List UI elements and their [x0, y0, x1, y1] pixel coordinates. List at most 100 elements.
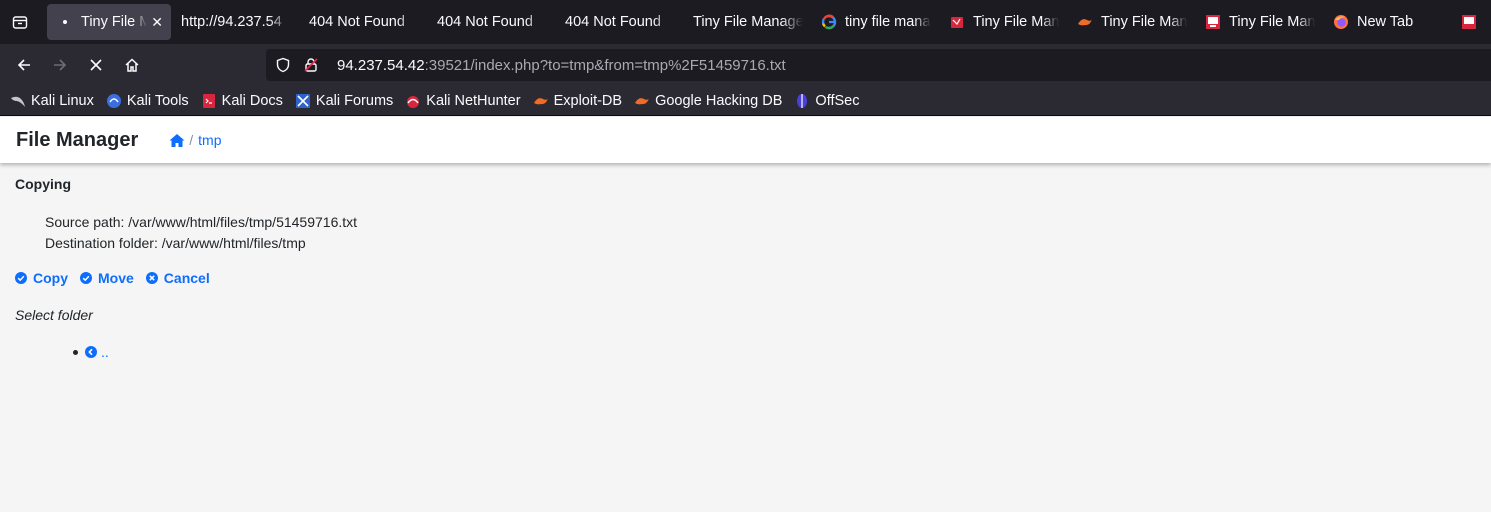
- tab[interactable]: Tiny File Man: [1067, 4, 1195, 40]
- path-info: Source path: /var/www/html/files/tmp/514…: [45, 212, 357, 254]
- list-all-tabs-button[interactable]: [0, 0, 40, 44]
- tab[interactable]: 404 Not Found: [299, 4, 427, 40]
- ghdb-icon: [634, 93, 650, 109]
- tab-title: tiny file mana: [845, 14, 931, 30]
- source-path: Source path: /var/www/html/files/tmp/514…: [45, 214, 358, 230]
- back-button[interactable]: [6, 49, 42, 81]
- tab-title: New Tab: [1357, 14, 1414, 30]
- exploit-db-icon: [533, 93, 549, 109]
- move-button[interactable]: Move: [80, 270, 134, 286]
- exploit-db-icon: [1077, 14, 1093, 30]
- bookmark-label: OffSec: [815, 92, 860, 109]
- dot-icon: [57, 14, 73, 30]
- stop-button[interactable]: [78, 49, 114, 81]
- folder-label: ..: [101, 344, 109, 360]
- cancel-label: Cancel: [163, 270, 210, 286]
- tab[interactable]: T: [1451, 4, 1491, 40]
- red-square-icon: [949, 14, 965, 30]
- list-bullet: [73, 349, 78, 355]
- bookmark-label: Kali Docs: [221, 92, 283, 109]
- breadcrumb-separator: /: [189, 132, 194, 148]
- offsec-icon: [794, 93, 810, 109]
- tab[interactable]: tiny file mana: [811, 4, 939, 40]
- tab-list-icon: [12, 16, 28, 29]
- tab[interactable]: New Tab: [1323, 4, 1451, 40]
- tab-title: 404 Not Found: [437, 14, 533, 30]
- tab-title: Tiny File Man: [1101, 14, 1187, 30]
- bookmark-label: Google Hacking DB: [655, 92, 783, 109]
- destination-folder: Destination folder: /var/www/html/files/…: [45, 235, 306, 251]
- bookmark-label: Kali Forums: [315, 92, 394, 109]
- tab[interactable]: 404 Not Found: [427, 4, 555, 40]
- tab-title: Tiny File Man: [973, 14, 1059, 30]
- kali-docs-icon: [201, 93, 217, 109]
- arrow-left-icon: [17, 59, 30, 71]
- page-heading: Copying: [15, 176, 71, 192]
- bookmark-label: Kali NetHunter: [426, 92, 521, 109]
- tab-title: 404 Not Found: [565, 14, 661, 30]
- action-links: Copy Move Cancel: [15, 270, 222, 286]
- bookmark-label: Kali Linux: [31, 92, 94, 109]
- bookmark-kali-docs[interactable]: Kali Docs: [201, 93, 283, 109]
- url-host: 94.237.54.42: [337, 56, 425, 74]
- brand-title[interactable]: File Manager: [16, 129, 138, 152]
- chevron-circle-left-icon: [85, 346, 97, 358]
- bookmark-offsec[interactable]: OffSec: [794, 93, 859, 109]
- firefox-icon: [1333, 14, 1349, 30]
- bookmarks-toolbar: Kali Linux Kali Tools Kali Docs Kali For…: [0, 86, 1491, 116]
- shield-icon[interactable]: [275, 57, 293, 73]
- home-button[interactable]: [114, 49, 150, 81]
- bookmark-kali-forums[interactable]: Kali Forums: [295, 93, 393, 109]
- bookmark-kali-linux[interactable]: Kali Linux: [10, 93, 94, 109]
- tab-title: Tiny File M: [81, 14, 148, 30]
- copy-button[interactable]: Copy: [15, 270, 68, 286]
- home-icon: [125, 58, 139, 72]
- kali-tools-icon: [106, 93, 122, 109]
- breadcrumb: / tmp: [169, 132, 222, 148]
- kali-forums-icon: [295, 93, 311, 109]
- copy-label: Copy: [33, 270, 68, 286]
- forward-button[interactable]: [42, 49, 78, 81]
- tab[interactable]: 404 Not Found: [555, 4, 683, 40]
- url-path: :39521/index.php?to=tmp&from=tmp%2F51459…: [424, 56, 786, 74]
- navigation-toolbar: 94.237.54.42:39521/index.php?to=tmp&from…: [0, 44, 1491, 86]
- home-icon[interactable]: [169, 133, 185, 148]
- folder-list: ..: [73, 344, 109, 360]
- bookmark-label: Kali Tools: [126, 92, 189, 109]
- app-navbar: File Manager / tmp: [0, 117, 1491, 163]
- check-circle-icon: [80, 272, 92, 284]
- bookmark-exploit-db[interactable]: Exploit-DB: [533, 92, 623, 109]
- tab-title: Tiny File Man: [1229, 14, 1315, 30]
- times-circle-icon: [145, 272, 158, 284]
- tab-bar: Tiny File M ✕ http://94.237.54 404 Not F…: [0, 0, 1491, 44]
- select-folder-label: Select folder: [15, 307, 93, 323]
- tab[interactable]: Tiny File Manage: [683, 4, 811, 40]
- tab-title: Tiny File Manage: [693, 14, 803, 30]
- tab[interactable]: Tiny File Man: [939, 4, 1067, 40]
- tab[interactable]: Tiny File Man: [1195, 4, 1323, 40]
- folder-item-parent[interactable]: ..: [85, 344, 109, 360]
- red-monitor-icon: [1461, 14, 1477, 30]
- url-bar[interactable]: 94.237.54.42:39521/index.php?to=tmp&from…: [266, 49, 1491, 81]
- bookmark-label: Exploit-DB: [553, 92, 623, 109]
- kali-dragon-icon: [10, 93, 26, 109]
- bookmark-kali-nethunter[interactable]: Kali NetHunter: [405, 92, 521, 109]
- tab-active[interactable]: Tiny File M ✕: [47, 4, 171, 40]
- cancel-button[interactable]: Cancel: [145, 270, 210, 286]
- tab-title: 404 Not Found: [309, 14, 405, 30]
- breadcrumb-item-tmp[interactable]: tmp: [198, 132, 221, 148]
- close-tab-icon[interactable]: ✕: [151, 14, 163, 31]
- bookmark-google-hacking-db[interactable]: Google Hacking DB: [634, 93, 782, 109]
- nethunter-icon: [405, 93, 421, 109]
- arrow-right-icon: [54, 59, 67, 71]
- bookmark-kali-tools[interactable]: Kali Tools: [106, 93, 189, 109]
- stop-x-icon: [90, 59, 102, 71]
- red-monitor-icon: [1205, 14, 1221, 30]
- tab[interactable]: http://94.237.54: [171, 4, 299, 40]
- insecure-lock-icon[interactable]: [303, 57, 321, 73]
- check-circle-icon: [15, 272, 27, 284]
- move-label: Move: [98, 270, 134, 286]
- url-text: 94.237.54.42:39521/index.php?to=tmp&from…: [337, 57, 786, 74]
- google-icon: [821, 14, 837, 30]
- tab-title: http://94.237.54: [181, 14, 282, 30]
